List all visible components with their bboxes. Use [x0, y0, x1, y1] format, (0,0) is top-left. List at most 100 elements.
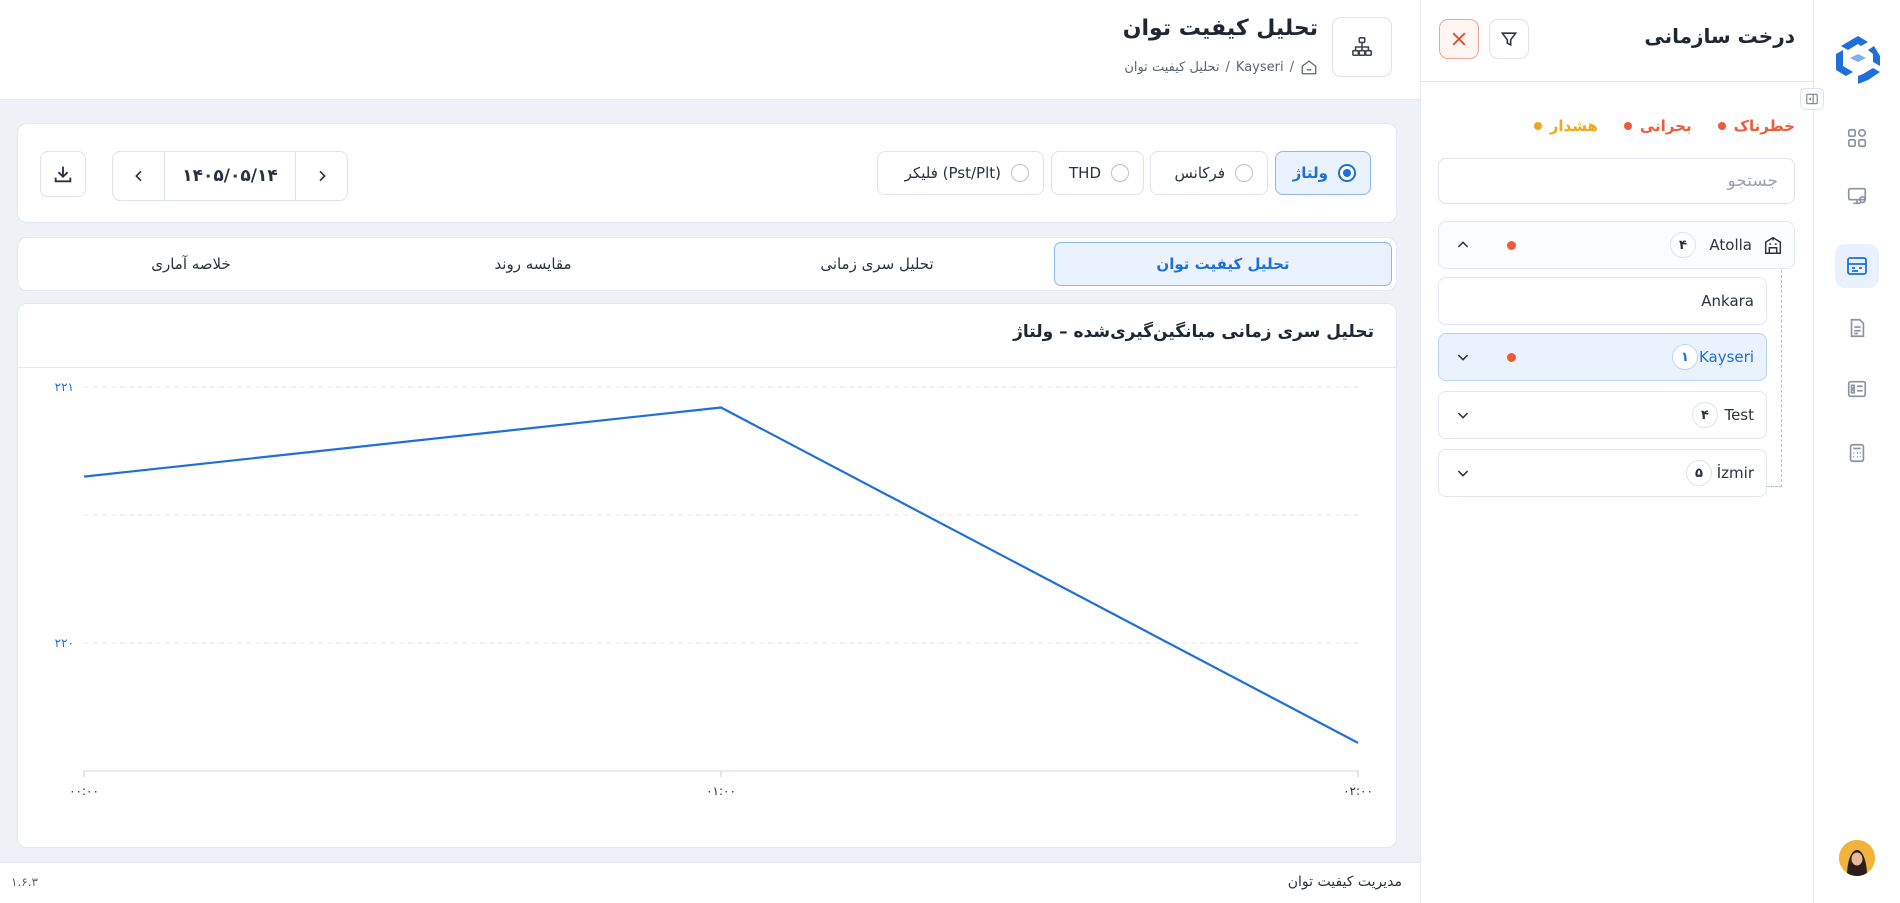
org-tree-header: درخت سازمانی [1421, 0, 1813, 82]
tree-node-count: ۵ [1686, 460, 1712, 486]
version-label: ۱.۶.۳ [11, 875, 38, 889]
filter-button[interactable] [1489, 19, 1529, 59]
radio-indicator [1338, 164, 1356, 182]
home-icon[interactable] [1300, 58, 1318, 76]
page-header: تحلیل کیفیت توان / Kayseri / تحلیل کیفیت… [0, 0, 1420, 100]
chevron-down-icon [1457, 354, 1469, 361]
param-thd-radio[interactable]: THD [1051, 151, 1144, 195]
param-label: ولتاژ [1292, 164, 1328, 182]
date-value[interactable]: ۱۴۰۵/۰۵/۱۴ [164, 152, 296, 200]
footer: ۱.۶.۳ مدیریت کیفیت توان [0, 862, 1420, 903]
analysis-tabs: تحلیل کیفیت توان تحلیل سری زمانی مقایسه … [17, 237, 1397, 291]
close-button[interactable] [1439, 19, 1479, 59]
breadcrumb-sep: / [1289, 59, 1294, 75]
y-tick-label: ۲۲۰ [55, 636, 74, 650]
next-date-button[interactable] [296, 152, 347, 200]
alert-dot [1507, 352, 1516, 362]
param-label: فلیکر (Pst/Plt) [904, 164, 1001, 182]
tab-stat-summary[interactable]: خلاصه آماری [22, 242, 360, 286]
chart-title: تحلیل سری زمانی میانگین‌گیری‌شده – ولتاژ [1013, 322, 1374, 342]
breadcrumb-item[interactable]: Kayseri [1236, 60, 1284, 75]
app-logo [1836, 36, 1880, 84]
org-chart-icon [1352, 37, 1372, 57]
calculator-icon [1849, 443, 1865, 463]
legend-critical: بحرانی [1623, 117, 1692, 135]
tree-node-label: Test [1724, 406, 1754, 424]
expand-button[interactable] [1453, 463, 1473, 483]
x-tick-label: ۰۰:۰۰ [69, 784, 99, 798]
parameter-controls: ولتاژ فرکانس THD فلیکر (Pst/Plt) ۱۴۰۵/۰۵… [17, 123, 1397, 223]
nav-calculator[interactable] [1835, 431, 1879, 475]
legend-warning: هشدار [1533, 117, 1598, 135]
legend-dot [1533, 122, 1542, 130]
x-tick-label: ۰۲:۰۰ [1343, 784, 1373, 798]
tree-node-count: ۱ [1672, 344, 1698, 370]
close-icon [1452, 32, 1466, 46]
tree-node-ankara[interactable]: Ankara [1438, 277, 1767, 325]
tree-node-atolla[interactable]: Atolla ۴ [1438, 221, 1795, 269]
tree-node-count: ۴ [1692, 402, 1718, 428]
tree-search-input[interactable] [1438, 158, 1795, 204]
download-button[interactable] [40, 151, 86, 197]
param-label: THD [1069, 164, 1101, 182]
chevron-left-icon [134, 170, 142, 182]
tree-node-label: Kayseri [1698, 348, 1754, 366]
collapse-panel-button[interactable] [1800, 88, 1824, 110]
list-card-icon [1847, 380, 1867, 398]
tree-node-label: İzmir [1716, 464, 1754, 482]
legend-label: هشدار [1549, 117, 1598, 135]
param-frequency-radio[interactable]: فرکانس [1150, 151, 1268, 195]
expand-button[interactable] [1453, 347, 1473, 367]
nav-lists[interactable] [1835, 367, 1879, 411]
tab-power-quality[interactable]: تحلیل کیفیت توان [1054, 242, 1392, 286]
nav-monitoring[interactable] [1835, 174, 1879, 218]
nav-dashboard[interactable] [1835, 116, 1879, 160]
date-picker: ۱۴۰۵/۰۵/۱۴ [112, 151, 348, 201]
breadcrumb-sep: / [1225, 59, 1230, 75]
tree-node-test[interactable]: Test ۴ [1438, 391, 1767, 439]
org-tree-panel: درخت سازمانی هشدار بحرانی خطرناک Atolla … [1420, 0, 1813, 903]
org-chart-button[interactable] [1332, 17, 1392, 77]
user-avatar-icon [1839, 840, 1875, 876]
prev-date-button[interactable] [113, 152, 164, 200]
chevron-down-icon [1457, 412, 1469, 419]
tab-time-series[interactable]: تحلیل سری زمانی [708, 242, 1046, 286]
monitor-icon [1847, 187, 1867, 205]
param-flicker-radio[interactable]: فلیکر (Pst/Plt) [877, 151, 1044, 195]
param-label: فرکانس [1174, 164, 1225, 182]
legend-dot [1717, 122, 1726, 130]
chevron-up-icon [1457, 241, 1469, 248]
expand-button[interactable] [1453, 405, 1473, 425]
sidebar-toggle-icon [1806, 93, 1818, 105]
tree-node-kayseri[interactable]: Kayseri ۱ [1438, 333, 1767, 381]
analysis-icon [1847, 257, 1867, 275]
param-voltage-radio[interactable]: ولتاژ [1275, 151, 1371, 195]
legend-label: خطرناک [1733, 117, 1795, 135]
breadcrumb-current: تحلیل کیفیت توان [1124, 59, 1220, 75]
org-tree-title: درخت سازمانی [1644, 24, 1795, 48]
tab-trend-compare[interactable]: مقایسه روند [364, 242, 702, 286]
filter-icon [1500, 32, 1518, 47]
series-line [83, 406, 1359, 744]
voltage-line-chart: ۲۲۰ ۲۲۱ ۰۰:۰۰ ۰۱:۰۰ ۰۲:۰۰ [55, 380, 1373, 798]
document-icon [1850, 318, 1865, 338]
tree-node-label: Ankara [1701, 292, 1754, 310]
user-avatar[interactable] [1839, 840, 1875, 876]
collapse-button[interactable] [1453, 235, 1473, 255]
radio-indicator [1011, 164, 1029, 182]
legend-dot [1623, 122, 1632, 130]
x-tick-label: ۰۱:۰۰ [706, 784, 736, 798]
app-name: مدیریت کیفیت توان [1287, 874, 1402, 890]
nav-power-quality[interactable] [1835, 244, 1879, 288]
chevron-right-icon [318, 170, 326, 182]
legend-danger: خطرناک [1717, 117, 1795, 135]
status-legend: هشدار بحرانی خطرناک [1533, 117, 1795, 135]
tree-node-izmir[interactable]: İzmir ۵ [1438, 449, 1767, 497]
radio-indicator [1235, 164, 1253, 182]
page-title: تحلیل کیفیت توان [1122, 16, 1318, 41]
breadcrumb: / Kayseri / تحلیل کیفیت توان [1124, 58, 1318, 76]
tree-node-label: Atolla [1709, 236, 1752, 254]
tree-node-count: ۴ [1670, 232, 1696, 258]
nav-reports[interactable] [1835, 306, 1879, 350]
legend-label: بحرانی [1639, 117, 1692, 135]
